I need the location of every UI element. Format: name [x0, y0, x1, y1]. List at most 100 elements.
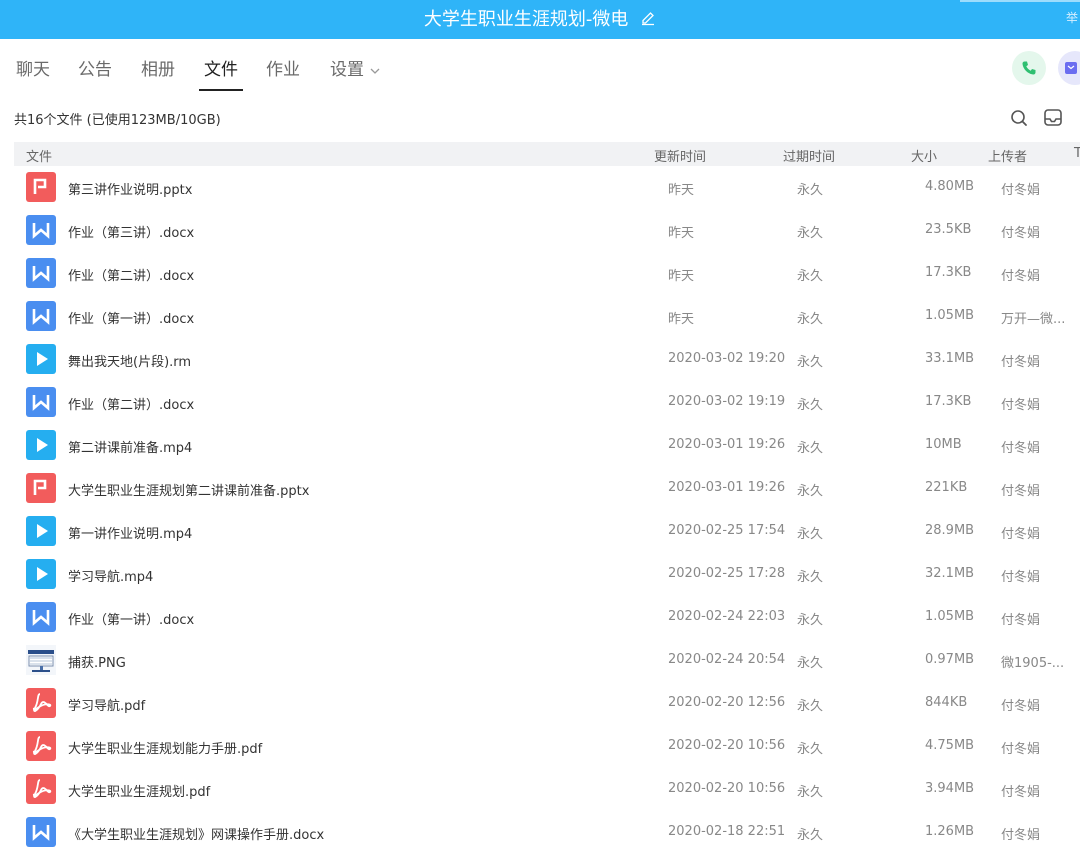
- window-title-text: 大学生职业生涯规划-微电: [423, 9, 629, 30]
- file-row[interactable]: 大学生职业生涯规划.pdf 2020-02-20 10:56 永久 3.94MB 付冬娟: [14, 768, 1080, 811]
- word-icon: [26, 602, 56, 632]
- phone-icon: [1022, 61, 1036, 75]
- file-name[interactable]: 捕获.PNG: [68, 652, 126, 671]
- file-updated-time: 昨天: [668, 312, 695, 327]
- column-header-size[interactable]: 大小: [911, 146, 937, 165]
- file-name[interactable]: 作业（第三讲）.docx: [68, 222, 194, 241]
- file-updated-time: 2020-02-25 17:28: [668, 566, 786, 581]
- file-size: 4.75MB: [925, 738, 975, 753]
- file-row[interactable]: 大学生职业生涯规划第二讲课前准备.pptx 2020-03-01 19:26 永久 2…: [14, 467, 1080, 510]
- file-name[interactable]: 第二讲课前准备.mp4: [68, 437, 192, 456]
- search-icon[interactable]: [1008, 107, 1030, 129]
- file-row[interactable]: 第一讲作业说明.mp4 2020-02-25 17:54 永久 28.9MB 付冬娟: [14, 510, 1080, 553]
- window-title: 大学生职业生涯规划-微电: [0, 0, 1080, 39]
- file-row[interactable]: 学习导航.pdf 2020-02-20 12:56 永久 844KB 付冬娟: [14, 682, 1080, 725]
- file-name[interactable]: 作业（第一讲）.docx: [68, 308, 194, 327]
- file-updated-time: 2020-03-01 19:26: [668, 480, 786, 495]
- file-updated-time: 2020-02-20 10:56: [668, 738, 786, 753]
- file-expire: 永久: [797, 183, 824, 198]
- file-row[interactable]: 作业（第二讲）.docx 昨天 永久 17.3KB 付冬娟: [14, 252, 1080, 295]
- inbox-icon[interactable]: [1042, 107, 1064, 129]
- column-header-file[interactable]: 文件: [26, 146, 52, 165]
- file-updated-time: 2020-02-18 22:51: [668, 824, 786, 839]
- column-header-updated[interactable]: 更新时间: [654, 146, 706, 165]
- file-name[interactable]: 作业（第一讲）.docx: [68, 609, 194, 628]
- file-row[interactable]: 第三讲作业说明.pptx 昨天 永久 4.80MB 付冬娟: [14, 166, 1080, 209]
- column-header-uploader[interactable]: 上传者: [988, 146, 1027, 165]
- column-header-expire[interactable]: 过期时间: [783, 146, 835, 165]
- edit-title-icon[interactable]: [640, 1, 656, 40]
- chevron-down-icon: [370, 59, 380, 81]
- pdf-icon: [26, 774, 56, 804]
- file-updated-time: 昨天: [668, 183, 695, 198]
- word-icon: [26, 215, 56, 245]
- title-bar: 大学生职业生涯规划-微电 举: [0, 0, 1080, 39]
- title-corner-text: 举: [1065, 11, 1078, 25]
- pdf-icon: [26, 731, 56, 761]
- pdf-icon: [26, 688, 56, 718]
- file-name[interactable]: 大学生职业生涯规划能力手册.pdf: [68, 738, 262, 757]
- file-size: 17.3KB: [925, 265, 972, 280]
- file-expire: 永久: [797, 828, 824, 843]
- file-expire: 永久: [797, 355, 824, 370]
- file-uploader: 万开—微...: [1001, 312, 1066, 327]
- file-name[interactable]: 学习导航.mp4: [68, 566, 153, 585]
- file-name[interactable]: 大学生职业生涯规划第二讲课前准备.pptx: [68, 480, 309, 499]
- video-icon: [26, 430, 56, 460]
- file-row[interactable]: 大学生职业生涯规划能力手册.pdf 2020-02-20 10:56 永久 4.75M…: [14, 725, 1080, 768]
- file-uploader: 付冬娟: [1001, 398, 1041, 413]
- file-size: 17.3KB: [925, 394, 972, 409]
- tab-homework[interactable]: 作业: [266, 59, 300, 91]
- file-row[interactable]: 作业（第一讲）.docx 昨天 永久 1.05MB 万开—微...: [14, 295, 1080, 338]
- file-size: 221KB: [925, 480, 968, 495]
- tab-settings[interactable]: 设置: [330, 59, 380, 91]
- file-expire: 永久: [797, 570, 824, 585]
- file-row[interactable]: 第二讲课前准备.mp4 2020-03-01 19:26 永久 10MB 付冬娟: [14, 424, 1080, 467]
- file-name[interactable]: 大学生职业生涯规划.pdf: [68, 781, 210, 800]
- file-size: 1.05MB: [925, 609, 975, 624]
- file-summary: 共16个文件 (已使用123MB/10GB): [14, 113, 221, 128]
- file-expire: 永久: [797, 613, 824, 628]
- word-icon: [26, 817, 56, 847]
- file-updated-time: 2020-03-01 19:26: [668, 437, 786, 452]
- file-row[interactable]: 作业（第一讲）.docx 2020-02-24 22:03 永久 1.05MB 付冬娟: [14, 596, 1080, 639]
- file-expire: 永久: [797, 484, 824, 499]
- file-size: 32.1MB: [925, 566, 975, 581]
- file-size: 844KB: [925, 695, 968, 710]
- video-icon: [26, 559, 56, 589]
- file-uploader: 付冬娟: [1001, 269, 1041, 284]
- file-row[interactable]: 捕获.PNG 2020-02-24 20:54 永久 0.97MB 微1905-...: [14, 639, 1080, 682]
- file-row[interactable]: 舞出我天地(片段).rm 2020-03-02 19:20 永久 33.1MB 付冬娟: [14, 338, 1080, 381]
- file-name[interactable]: 学习导航.pdf: [68, 695, 145, 714]
- file-uploader: 付冬娟: [1001, 742, 1041, 757]
- tab-album[interactable]: 相册: [141, 59, 175, 91]
- file-expire: 永久: [797, 398, 824, 413]
- file-row[interactable]: 《大学生职业生涯规划》网课操作手册.docx 2020-02-18 22:51 永久…: [14, 811, 1080, 854]
- tab-announcement[interactable]: 公告: [78, 59, 112, 91]
- file-name[interactable]: 第三讲作业说明.pptx: [68, 179, 192, 198]
- tab-settings-label: 设置: [330, 60, 364, 80]
- file-name[interactable]: 作业（第二讲）.docx: [68, 394, 194, 413]
- word-icon: [26, 258, 56, 288]
- column-header-more[interactable]: T: [1074, 146, 1080, 161]
- file-row[interactable]: 作业（第三讲）.docx 昨天 永久 23.5KB 付冬娟: [14, 209, 1080, 252]
- file-name[interactable]: 舞出我天地(片段).rm: [68, 351, 191, 370]
- file-row[interactable]: 学习导航.mp4 2020-02-25 17:28 永久 32.1MB 付冬娟: [14, 553, 1080, 596]
- file-name[interactable]: 《大学生职业生涯规划》网课操作手册.docx: [68, 824, 324, 843]
- file-uploader: 付冬娟: [1001, 226, 1041, 241]
- file-name[interactable]: 作业（第二讲）.docx: [68, 265, 194, 284]
- file-updated-time: 昨天: [668, 269, 695, 284]
- file-uploader: 微1905-...: [1001, 656, 1065, 671]
- file-size: 0.97MB: [925, 652, 975, 667]
- tab-files[interactable]: 文件: [199, 59, 243, 91]
- file-name[interactable]: 第一讲作业说明.mp4: [68, 523, 192, 542]
- word-icon: [26, 301, 56, 331]
- file-expire: 永久: [797, 527, 824, 542]
- video-icon: [26, 516, 56, 546]
- file-updated-time: 2020-02-24 22:03: [668, 609, 786, 624]
- file-updated-time: 2020-02-24 20:54: [668, 652, 786, 667]
- tab-chat[interactable]: 聊天: [16, 59, 50, 91]
- file-row[interactable]: 作业（第二讲）.docx 2020-03-02 19:19 永久 17.3KB 付冬娟: [14, 381, 1080, 424]
- file-size: 28.9MB: [925, 523, 975, 538]
- voice-call-button[interactable]: [1012, 51, 1046, 85]
